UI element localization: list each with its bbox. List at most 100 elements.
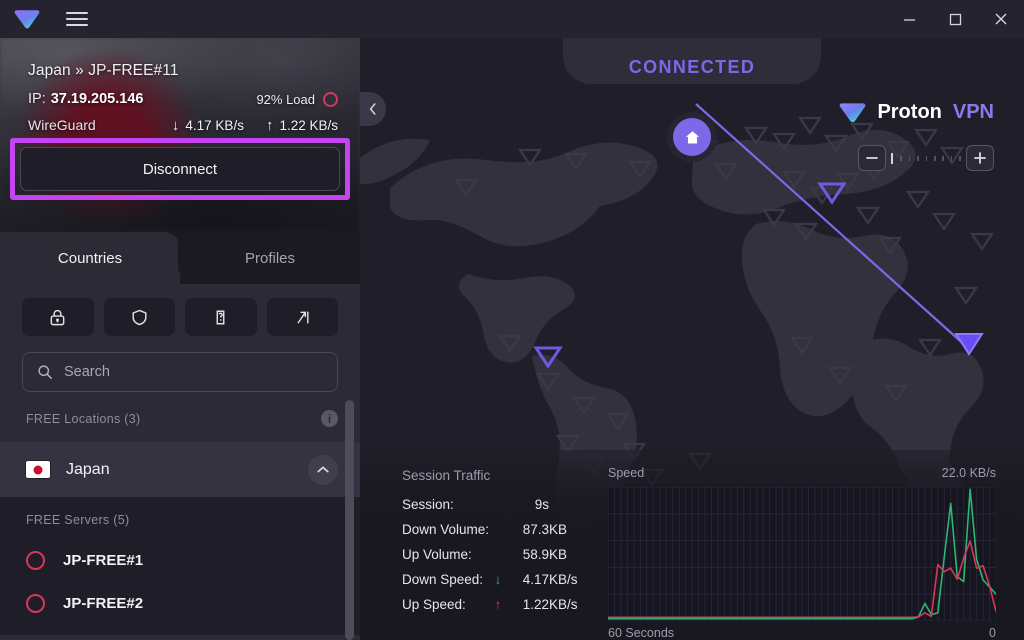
speed-graph-footer: 60 Seconds 0 bbox=[608, 626, 996, 640]
traffic-row-label: Down Speed: bbox=[402, 572, 484, 587]
traffic-row-value: 58.9 bbox=[522, 547, 550, 562]
sidebar: Japan » JP-FREE#11 IP: 37.19.205.146 92%… bbox=[0, 38, 360, 640]
server-row[interactable]: JP-FREE#2 bbox=[0, 582, 360, 625]
speed-graph-panel: Speed 22.0 KB/s 60 Seconds 0 bbox=[608, 450, 1024, 640]
download-speed-value: 4.17 KB/s bbox=[185, 117, 244, 133]
brand-name-proton: Proton bbox=[877, 101, 942, 123]
upload-speed-value: 1.22 KB/s bbox=[279, 117, 338, 133]
traffic-row-label: Up Speed: bbox=[402, 597, 466, 612]
server-load-ring-icon bbox=[26, 551, 45, 570]
connection-status-badge: CONNECTED bbox=[563, 38, 821, 84]
zoom-tick bbox=[950, 155, 953, 161]
status-badge-label: CONNECTED bbox=[628, 57, 756, 77]
server-load-text: 92% Load bbox=[256, 91, 315, 107]
traffic-row-arrow-icon: ↑ bbox=[494, 597, 502, 612]
p2p-shield-icon[interactable] bbox=[103, 298, 175, 336]
zoom-out-button[interactable] bbox=[858, 145, 886, 171]
japan-flag-icon bbox=[26, 461, 50, 478]
zoom-tick bbox=[917, 155, 919, 161]
download-speed: ↓ 4.17 KB/s bbox=[172, 118, 244, 133]
secure-core-icon[interactable] bbox=[22, 298, 94, 336]
server-load-ring-icon bbox=[26, 594, 45, 613]
window-controls bbox=[886, 0, 1024, 38]
traffic-row-value: 9s bbox=[534, 497, 550, 512]
map-pane[interactable]: CONNECTED Proton VPN Session Traffic Ses… bbox=[360, 38, 1024, 640]
sidebar-tabs: Countries Profiles bbox=[0, 232, 360, 284]
server-name: JP-FREE#1 bbox=[63, 552, 144, 569]
zoom-tick bbox=[933, 155, 936, 161]
tab-countries[interactable]: Countries bbox=[0, 232, 180, 284]
speed-graph-max: 22.0 KB/s bbox=[941, 466, 996, 480]
disconnect-button[interactable]: Disconnect bbox=[20, 147, 340, 191]
traffic-row-value: 87.3 bbox=[522, 522, 550, 537]
ip-label: IP: bbox=[28, 91, 46, 107]
traffic-row: Up Speed: ↑ 1.22 KB/s bbox=[402, 597, 578, 622]
upload-arrow-icon: ↑ bbox=[265, 116, 274, 134]
locations-list: FREE Locations (3) i Japan FREE Servers … bbox=[0, 392, 360, 640]
stats-bar: Session Traffic Session: 9s Down Volume: 87… bbox=[360, 450, 1024, 640]
load-ring-icon bbox=[323, 91, 338, 107]
server-name: JP-FREE#2 bbox=[63, 595, 144, 612]
minimize-button[interactable] bbox=[886, 0, 932, 38]
info-icon[interactable]: i bbox=[321, 410, 338, 427]
free-servers-label: FREE Servers (5) bbox=[0, 497, 360, 527]
traffic-row-value: 1.22 bbox=[522, 597, 550, 612]
protocol-label: WireGuard bbox=[28, 117, 96, 133]
download-arrow-icon: ↓ bbox=[171, 116, 180, 134]
connected-location: Japan » JP-FREE#11 bbox=[28, 62, 179, 79]
maximize-button[interactable] bbox=[932, 0, 978, 38]
traffic-row-unit: KB/s bbox=[549, 597, 578, 612]
traffic-row-label: Down Volume: bbox=[402, 522, 490, 537]
ip-value: 37.19.205.146 bbox=[50, 91, 144, 107]
traffic-row-unit: KB/s bbox=[549, 572, 578, 587]
zoom-tick bbox=[959, 155, 961, 161]
free-locations-header: FREE Locations (3) i bbox=[0, 392, 360, 427]
traffic-row-unit bbox=[549, 497, 578, 522]
connection-info: Japan » JP-FREE#11 IP: 37.19.205.146 92%… bbox=[0, 38, 360, 133]
filter-row bbox=[0, 284, 360, 336]
map-zoom-control bbox=[858, 145, 994, 171]
zoom-slider-handle[interactable] bbox=[891, 152, 894, 164]
search-input[interactable] bbox=[64, 364, 323, 380]
hamburger-icon[interactable] bbox=[60, 4, 94, 34]
home-marker[interactable] bbox=[673, 118, 711, 156]
smart-routing-icon[interactable] bbox=[266, 298, 338, 336]
country-row-japan[interactable]: Japan bbox=[0, 442, 360, 497]
traffic-row-unit: KB bbox=[549, 547, 568, 562]
traffic-row: Up Volume: 58.9 KB bbox=[402, 547, 578, 572]
chart-gridlines bbox=[608, 487, 996, 621]
proton-triangle-logo-icon bbox=[12, 4, 42, 34]
session-traffic-table: Session: 9s Down Volume: 87.3 KB Up Volume: 58… bbox=[402, 497, 578, 622]
speed-graph-header: Speed 22.0 KB/s bbox=[608, 466, 996, 480]
servers-block: FREE Servers (5) JP-FREE#1 JP-FREE#2 bbox=[0, 497, 360, 635]
brand-name-vpn: VPN bbox=[952, 101, 994, 123]
home-icon bbox=[685, 130, 699, 144]
speed-graph-title: Speed bbox=[608, 466, 645, 480]
speed-graph-canvas bbox=[608, 487, 996, 621]
tor-icon[interactable] bbox=[185, 298, 257, 336]
country-name: Japan bbox=[66, 460, 110, 478]
list-scrollbar[interactable] bbox=[345, 400, 354, 640]
connection-banner: Japan » JP-FREE#11 IP: 37.19.205.146 92%… bbox=[0, 38, 360, 232]
main-split: Japan » JP-FREE#11 IP: 37.19.205.146 92%… bbox=[0, 38, 1024, 640]
search-box[interactable] bbox=[22, 352, 338, 392]
traffic-row-arrow-icon bbox=[489, 547, 507, 572]
chevron-left-icon bbox=[369, 103, 376, 115]
protocol-row: WireGuard ↓ 4.17 KB/s ↑ 1.22 KB/s bbox=[28, 117, 338, 133]
ip-row: IP: 37.19.205.146 92% Load bbox=[28, 91, 338, 107]
proton-vpn-window: Japan » JP-FREE#11 IP: 37.19.205.146 92%… bbox=[0, 0, 1024, 640]
zoom-tick bbox=[908, 155, 911, 161]
close-button[interactable] bbox=[978, 0, 1024, 38]
zoom-in-button[interactable] bbox=[966, 145, 994, 171]
chevron-up-icon[interactable] bbox=[308, 454, 338, 485]
traffic-row-label: Session: bbox=[402, 497, 454, 512]
zoom-slider[interactable] bbox=[886, 145, 966, 171]
disconnect-area: Disconnect bbox=[10, 138, 350, 200]
server-load: 92% Load bbox=[256, 91, 338, 107]
tab-profiles[interactable]: Profiles bbox=[180, 232, 360, 284]
search-icon bbox=[38, 365, 52, 379]
traffic-row: Down Speed: ↓ 4.17 KB/s bbox=[402, 572, 578, 597]
server-row[interactable]: JP-FREE#1 bbox=[0, 539, 360, 582]
scrollbar-thumb[interactable] bbox=[345, 400, 354, 640]
traffic-row-arrow-icon: ↓ bbox=[494, 572, 502, 587]
